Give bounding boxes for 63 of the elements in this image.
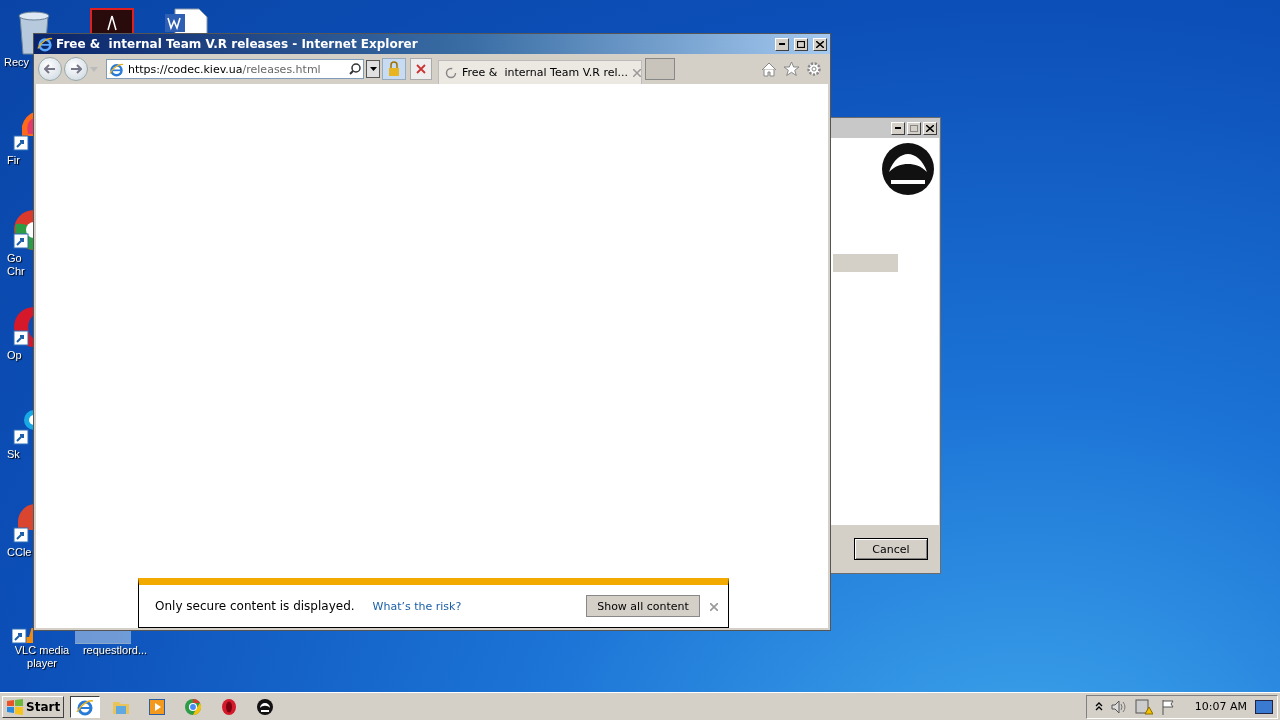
browser-icon — [109, 61, 124, 77]
close-icon — [926, 124, 934, 132]
risk-link[interactable]: What’s the risk? — [372, 599, 462, 613]
maximize-icon — [797, 40, 805, 48]
address-bar[interactable]: https://codec.kiev.ua/releases.html — [106, 59, 364, 79]
close-button[interactable] — [813, 37, 827, 51]
icon-label: Go Chr — [7, 252, 26, 278]
chrome-icon — [185, 698, 202, 715]
word-document-icon — [163, 8, 209, 34]
forward-arrow-icon — [70, 64, 82, 74]
icon-label: requestlord... — [81, 644, 149, 657]
search-icon — [349, 63, 361, 75]
minimize-icon — [779, 43, 785, 45]
close-button[interactable] — [923, 121, 937, 135]
notification-message: Only secure content is displayed. — [155, 599, 355, 613]
back-arrow-icon — [44, 64, 56, 74]
stop-button[interactable] — [410, 58, 432, 80]
settings-icon[interactable] — [806, 61, 822, 77]
taskbar-app-button[interactable] — [70, 695, 101, 718]
window-title: Free & internal Team V.R releases - Internet Explorer — [56, 37, 419, 51]
maximize-button[interactable] — [794, 37, 808, 51]
windows-logo-icon — [6, 698, 24, 715]
cancel-button[interactable]: Cancel — [854, 538, 928, 560]
icon-label: Op — [7, 349, 23, 362]
browser-icon — [76, 697, 95, 716]
icon-label: CCle — [7, 546, 29, 559]
document-icon — [90, 8, 134, 34]
minimize-button[interactable] — [775, 37, 789, 51]
clock: 10:07 AM — [1194, 700, 1247, 713]
show-desktop-icon[interactable] — [1255, 699, 1273, 714]
minimize-icon — [895, 127, 901, 129]
minimize-button[interactable] — [891, 121, 905, 135]
padlock-icon — [388, 61, 400, 77]
start-button[interactable]: Start — [2, 695, 65, 718]
browser-tab[interactable]: Free & internal Team V.R rel... — [438, 60, 642, 84]
speaker-icon[interactable] — [1110, 699, 1127, 714]
dropdown-button[interactable] — [366, 60, 380, 78]
caret-icon — [369, 67, 377, 71]
traffic-cone-shortcut-icon — [12, 628, 33, 644]
chevron-up-icon[interactable] — [1094, 702, 1103, 711]
progress-track — [833, 254, 898, 272]
icon-label: VLC media player — [13, 644, 71, 670]
network-warning-icon[interactable] — [1134, 698, 1153, 715]
star-icon[interactable] — [783, 61, 800, 77]
home-icon[interactable] — [761, 61, 777, 77]
media-player-icon — [149, 698, 166, 715]
round-logo-icon — [881, 142, 935, 196]
back-button[interactable] — [38, 57, 62, 81]
close-icon — [816, 40, 824, 48]
close-icon — [710, 603, 718, 611]
flag-icon[interactable] — [1160, 698, 1177, 715]
forward-button[interactable] — [64, 57, 88, 81]
round-logo-icon — [256, 697, 275, 716]
opera-icon — [221, 698, 238, 715]
maximize-icon — [910, 124, 918, 132]
icon-label: Sk — [7, 448, 21, 461]
show-all-content-button[interactable]: Show all content — [586, 595, 700, 617]
caret-icon — [90, 66, 98, 72]
maximize-button[interactable] — [907, 121, 921, 135]
icon-label: Fir — [7, 154, 21, 167]
close-icon — [416, 64, 426, 74]
url-text: https://codec.kiev.ua/releases.html — [128, 62, 322, 76]
browser-icon — [37, 36, 53, 52]
